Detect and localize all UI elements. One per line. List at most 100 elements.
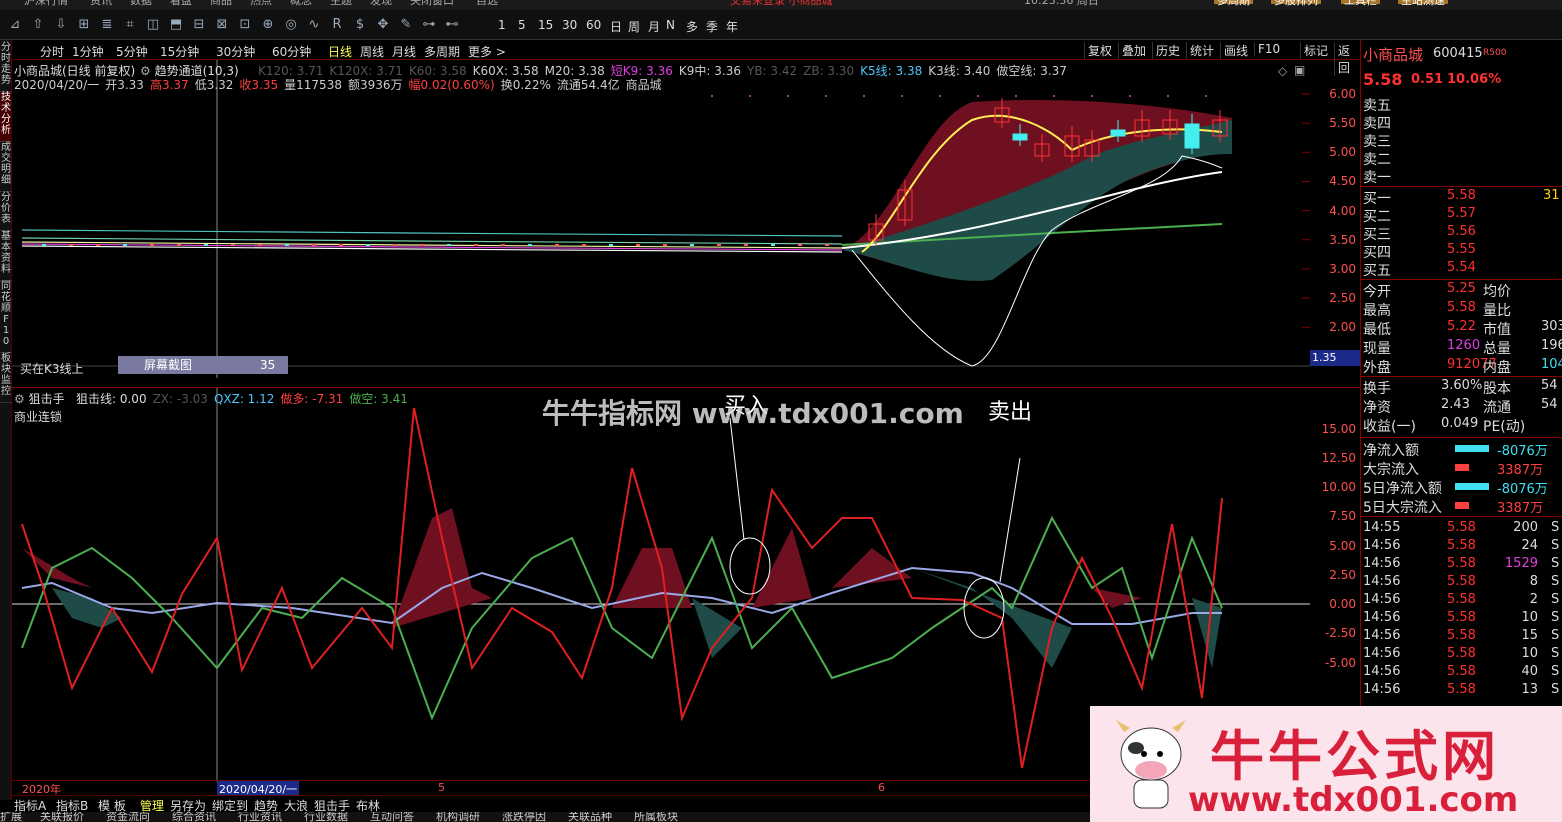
info-tab[interactable]: 资金流向 bbox=[106, 812, 150, 822]
toolbar-period[interactable]: N bbox=[666, 18, 675, 32]
info-tab[interactable]: 行业资讯 bbox=[238, 812, 282, 822]
pen-icon[interactable]: ✎ bbox=[397, 16, 415, 34]
dollar-icon[interactable]: $ bbox=[351, 16, 369, 34]
up-icon[interactable]: ⇧ bbox=[29, 16, 47, 34]
zoom-icon[interactable]: ⊕ bbox=[259, 16, 277, 34]
left-tab[interactable]: 同花顺F10 bbox=[0, 281, 12, 353]
histogram-fill bbox=[392, 508, 492, 628]
menu-right-item[interactable]: 多周期 bbox=[1214, 0, 1253, 6]
toolbar-period[interactable]: 60 bbox=[586, 18, 601, 32]
back-icon[interactable]: ⊿ bbox=[6, 16, 24, 34]
period-tab[interactable]: 15分钟 bbox=[160, 43, 199, 60]
down-icon[interactable]: ⇩ bbox=[52, 16, 70, 34]
toolbar-period[interactable]: 月 bbox=[648, 18, 660, 35]
period-tab[interactable]: 60分钟 bbox=[272, 43, 311, 60]
period-tab[interactable]: 日线 bbox=[328, 43, 352, 60]
toolbar-period[interactable]: 季 bbox=[706, 18, 718, 35]
period-tab[interactable]: 分时 bbox=[40, 43, 64, 60]
date-label: 5 bbox=[438, 781, 445, 794]
left-tab[interactable]: 板块监控 bbox=[0, 353, 12, 403]
flat-candle bbox=[96, 244, 100, 246]
info-tab[interactable]: 关联品种 bbox=[568, 812, 612, 822]
info-tab[interactable]: 互动问答 bbox=[370, 812, 414, 822]
f10-icon[interactable]: ⊡ bbox=[236, 16, 254, 34]
toolbar-period[interactable]: 30 bbox=[562, 18, 577, 32]
move-icon[interactable]: ✥ bbox=[374, 16, 392, 34]
period-tab[interactable]: 更多 > bbox=[468, 43, 506, 60]
period-tab[interactable]: 1分钟 bbox=[72, 43, 104, 60]
rsi-icon[interactable]: R bbox=[328, 16, 346, 34]
chart-tool-button[interactable]: 标记 bbox=[1300, 42, 1331, 59]
layout-icon[interactable]: ⊟ bbox=[190, 16, 208, 34]
menu-item[interactable]: 发现 bbox=[370, 0, 392, 6]
toolbar-period[interactable]: 5 bbox=[518, 18, 526, 32]
menu-item[interactable]: 资讯 bbox=[90, 0, 112, 6]
menu-right-item[interactable]: 多股排列 bbox=[1271, 0, 1321, 6]
chart-tool-button[interactable]: F10 bbox=[1254, 42, 1283, 56]
toolbar-period[interactable]: 1 bbox=[498, 18, 506, 32]
toolbar-period[interactable]: 15 bbox=[538, 18, 553, 32]
value-text: 幅0.02(0.60%) bbox=[408, 78, 495, 92]
switch-icon[interactable]: ⊷ bbox=[443, 16, 461, 34]
window-icon[interactable]: ▣ bbox=[1294, 63, 1305, 77]
menu-item[interactable]: 看盘 bbox=[170, 0, 192, 6]
left-tab[interactable]: 技术分析 bbox=[0, 92, 12, 142]
window-icon[interactable]: ◫ bbox=[144, 16, 162, 34]
bid-price: 5.57 bbox=[1447, 206, 1476, 221]
info-tab[interactable]: 行业数据 bbox=[304, 812, 348, 822]
flow-bar bbox=[1455, 445, 1489, 452]
toolbar-period[interactable]: 日 bbox=[610, 18, 622, 35]
y-tick-label: 4.00 bbox=[1329, 203, 1356, 218]
promo-banner: 牛牛公式网 www.tdx001.com bbox=[1090, 706, 1562, 822]
chart-tool-button[interactable]: 叠加 bbox=[1118, 42, 1149, 59]
period-tab[interactable]: 30分钟 bbox=[216, 43, 255, 60]
period-tab[interactable]: 月线 bbox=[392, 43, 416, 60]
chart-tool-button[interactable]: 画线 bbox=[1220, 42, 1251, 59]
menu-item[interactable]: 热点 bbox=[250, 0, 272, 6]
menu-item[interactable]: 沪深行情 bbox=[24, 0, 68, 6]
f5-icon[interactable]: ⊶ bbox=[420, 16, 438, 34]
menu-right-item[interactable]: 主站测速 bbox=[1398, 0, 1448, 6]
toolbar-period[interactable]: 多 bbox=[686, 18, 698, 35]
chart-tool-button[interactable]: 复权 bbox=[1084, 42, 1115, 59]
info-tab[interactable]: 所属板块 bbox=[634, 812, 678, 822]
flow-label: 5日大宗流入 bbox=[1363, 500, 1442, 516]
fund-icon[interactable]: ⊠ bbox=[213, 16, 231, 34]
chart-tool-button[interactable]: 历史 bbox=[1152, 42, 1183, 59]
toolbar-period[interactable]: 年 bbox=[726, 18, 738, 35]
table-icon[interactable]: ⌗ bbox=[121, 16, 139, 34]
menu-item[interactable]: 自选 bbox=[476, 0, 498, 6]
menu-item[interactable]: 主题 bbox=[330, 0, 352, 6]
target-icon[interactable]: ◎ bbox=[282, 16, 300, 34]
toolbar-period[interactable]: 周 bbox=[628, 18, 640, 35]
period-tab[interactable]: 5分钟 bbox=[116, 43, 148, 60]
menu-right-item[interactable]: 工具栏 bbox=[1341, 0, 1380, 6]
period-tab[interactable]: 周线 bbox=[360, 43, 384, 60]
menu-item[interactable]: 关闭窗口 bbox=[410, 0, 454, 6]
wave-icon[interactable]: ∿ bbox=[305, 16, 323, 34]
left-tab[interactable]: 基本资料 bbox=[0, 231, 12, 281]
menu-right-item[interactable]: 10:23:36 周日 bbox=[1024, 0, 1099, 6]
panel-icon[interactable]: ⬒ bbox=[167, 16, 185, 34]
left-tab[interactable]: 分时走势 bbox=[0, 42, 12, 92]
menu-item[interactable]: 数据 bbox=[130, 0, 152, 6]
screenshot-button[interactable]: 屏幕截图 35 bbox=[118, 356, 288, 374]
chart-tool-button[interactable]: 统计 bbox=[1186, 42, 1217, 59]
info-tab[interactable]: 扩展 bbox=[0, 812, 22, 822]
menu-item[interactable]: 概念 bbox=[290, 0, 312, 6]
left-tab[interactable]: 成交明细 bbox=[0, 142, 12, 192]
bid-level: 买三 bbox=[1363, 227, 1391, 243]
period-tab[interactable]: 多周期 bbox=[424, 43, 460, 60]
list-icon[interactable]: ≣ bbox=[98, 16, 116, 34]
buy-circle bbox=[729, 537, 771, 595]
sub-indicator-title[interactable]: ⚙ 狙击手 bbox=[14, 390, 65, 407]
info-tab[interactable]: 涨跌停因 bbox=[502, 812, 546, 822]
diamond-icon[interactable]: ◇ bbox=[1278, 64, 1287, 78]
info-tab[interactable]: 机构调研 bbox=[436, 812, 480, 822]
main-kline-chart[interactable]: 小商品城(日线 前复权) ⚙ 趋势通道(10,3) K120: 3.71 K120… bbox=[12, 60, 1310, 378]
grid-icon[interactable]: ⊞ bbox=[75, 16, 93, 34]
left-tab[interactable]: 分价表 bbox=[0, 192, 12, 231]
info-tab[interactable]: 综合资讯 bbox=[172, 812, 216, 822]
info-tab[interactable]: 关联报价 bbox=[40, 812, 84, 822]
menu-item[interactable]: 商品 bbox=[210, 0, 232, 6]
